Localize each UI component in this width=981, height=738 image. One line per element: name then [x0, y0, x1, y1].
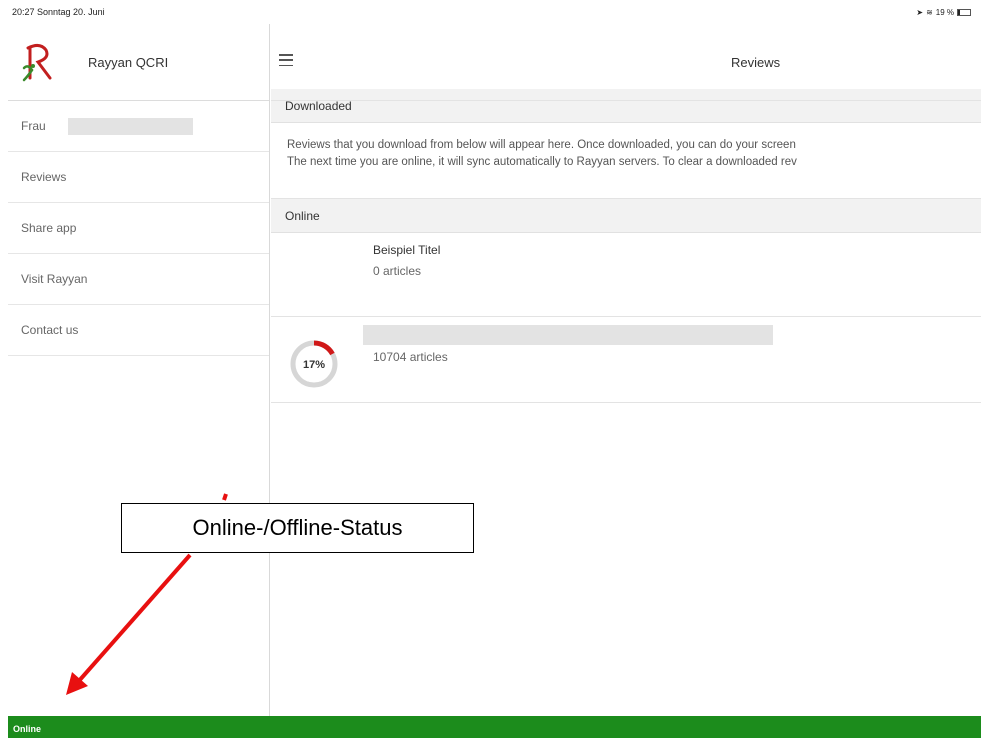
battery-icon [957, 9, 971, 16]
review-title: Beispiel Titel [373, 243, 441, 257]
sidebar-item-contact-us[interactable]: Contact us [8, 305, 269, 356]
sidebar: Rayyan QCRI Frau Reviews Share app Visit… [8, 24, 270, 716]
connection-status-bar: Online [8, 716, 981, 738]
sidebar-item-label: Share app [21, 221, 77, 235]
app-name: Rayyan QCRI [88, 54, 169, 70]
page-title: Reviews [731, 55, 781, 70]
sidebar-item-visit-rayyan[interactable]: Visit Rayyan [8, 254, 269, 305]
downloaded-info-text: Reviews that you download from below wil… [271, 123, 981, 199]
review-item[interactable]: Beispiel Titel 0 articles [271, 233, 981, 317]
redacted-review-title [363, 325, 773, 345]
sidebar-item-label: Reviews [21, 170, 67, 184]
main-panel: Reviews Downloaded Reviews that you down… [271, 24, 981, 716]
sidebar-item-reviews[interactable]: Reviews [8, 152, 269, 203]
sidebar-item-label: Visit Rayyan [21, 272, 88, 286]
status-datetime: 20:27 Sonntag 20. Juni [12, 7, 105, 17]
redacted-user-name [68, 118, 193, 135]
info-line-2: The next time you are online, it will sy… [287, 156, 797, 168]
download-progress-ring: 17% [288, 327, 340, 393]
section-online: Online [271, 199, 981, 233]
review-article-count: 0 articles [373, 264, 422, 278]
review-item[interactable]: 17% 10704 articles [271, 317, 981, 403]
location-icon: ➤ [916, 8, 924, 17]
battery-percent: 19 % [935, 8, 954, 17]
user-name-prefix: Frau [21, 119, 46, 133]
device-status-bar: 20:27 Sonntag 20. Juni ➤ ≋ 19 % [0, 0, 981, 24]
sidebar-header: Rayyan QCRI [8, 24, 269, 101]
sidebar-item-user[interactable]: Frau [8, 101, 269, 152]
menu-icon[interactable] [279, 54, 293, 66]
rayyan-logo-icon [22, 43, 52, 82]
status-right: ➤ ≋ 19 % [916, 8, 971, 17]
sidebar-item-share-app[interactable]: Share app [8, 203, 269, 254]
annotation-callout: Online-/Offline-Status [121, 503, 474, 553]
sidebar-item-label: Contact us [21, 323, 79, 337]
download-progress-label: 17% [302, 359, 326, 371]
top-bar: Reviews [271, 24, 981, 101]
info-line-1: Reviews that you download from below wil… [287, 139, 796, 151]
wifi-icon: ≋ [926, 8, 933, 17]
review-article-count: 10704 articles [373, 350, 448, 364]
